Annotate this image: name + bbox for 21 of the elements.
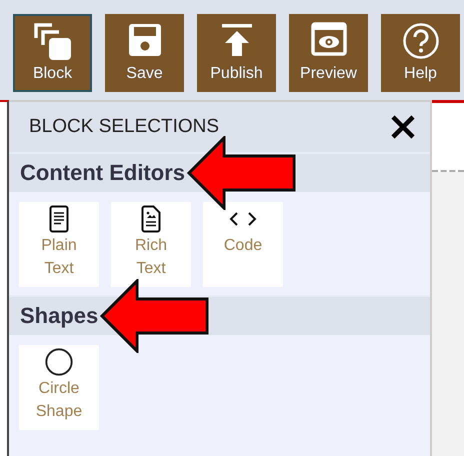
circle-icon — [43, 347, 75, 377]
save-icon — [126, 22, 162, 58]
editor-canvas — [432, 100, 464, 172]
close-icon[interactable] — [390, 114, 416, 140]
stacked-squares-icon — [32, 22, 72, 62]
image-document-icon — [141, 204, 161, 234]
block-tile[interactable]: Rich Text — [111, 202, 191, 287]
toolbar-button[interactable]: Block — [13, 14, 92, 92]
category-heading: Shapes — [20, 303, 98, 329]
toolbar-button[interactable]: Publish — [197, 14, 276, 92]
toolbar-button[interactable]: Preview — [289, 14, 368, 92]
block-tile[interactable]: Circle Shape — [19, 345, 99, 430]
category-heading: Content Editors — [20, 160, 185, 186]
document-icon — [49, 204, 69, 234]
block-tile[interactable]: Code — [203, 202, 283, 287]
eye-window-icon — [310, 22, 346, 56]
block-tile[interactable]: Plain Text — [19, 202, 99, 287]
toolbar-button[interactable]: Help — [381, 14, 460, 92]
toolbar-button[interactable]: Save — [105, 14, 184, 92]
panel-title: BLOCK SELECTIONS — [29, 116, 220, 138]
help-icon — [402, 22, 440, 60]
